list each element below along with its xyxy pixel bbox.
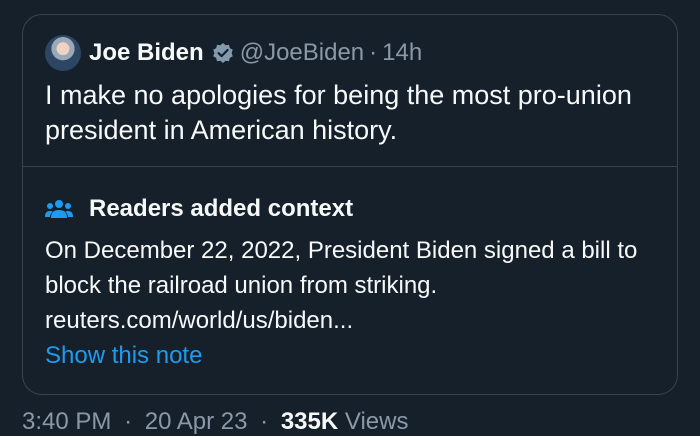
community-note[interactable]: Readers added context On December 22, 20… — [23, 167, 677, 370]
quoted-tweet-card[interactable]: Joe Biden @JoeBiden · 14h I make no apol… — [22, 14, 678, 395]
people-icon — [45, 200, 73, 218]
community-note-body: On December 22, 2022, President Biden si… — [45, 233, 655, 338]
author-handle[interactable]: @JoeBiden — [240, 39, 364, 67]
tweet-age[interactable]: 14h — [382, 39, 422, 67]
community-note-text: On December 22, 2022, President Biden si… — [45, 237, 638, 299]
tweet-header: Joe Biden @JoeBiden · 14h — [45, 34, 655, 72]
community-note-title: Readers added context — [89, 195, 354, 222]
community-note-link[interactable]: reuters.com/world/us/biden... — [45, 303, 655, 338]
post-date[interactable]: 20 Apr 23 — [145, 408, 248, 435]
tweet-meta: 3:40 PM · 20 Apr 23 · 335K Views — [22, 408, 408, 436]
separator-dot: · — [124, 408, 133, 435]
tweet-text: I make no apologies for being the most p… — [45, 80, 632, 145]
views-label: Views — [344, 408, 409, 435]
quoted-tweet[interactable]: Joe Biden @JoeBiden · 14h I make no apol… — [23, 15, 677, 167]
separator-dot: · — [260, 408, 269, 435]
show-note-link[interactable]: Show this note — [45, 342, 202, 370]
post-time[interactable]: 3:40 PM — [22, 408, 111, 435]
avatar[interactable] — [45, 35, 81, 71]
author-name[interactable]: Joe Biden — [89, 39, 204, 67]
community-note-header: Readers added context — [45, 191, 655, 227]
views-count: 335K — [280, 408, 339, 435]
separator-dot: · — [369, 39, 378, 66]
verified-badge-icon — [212, 43, 233, 63]
